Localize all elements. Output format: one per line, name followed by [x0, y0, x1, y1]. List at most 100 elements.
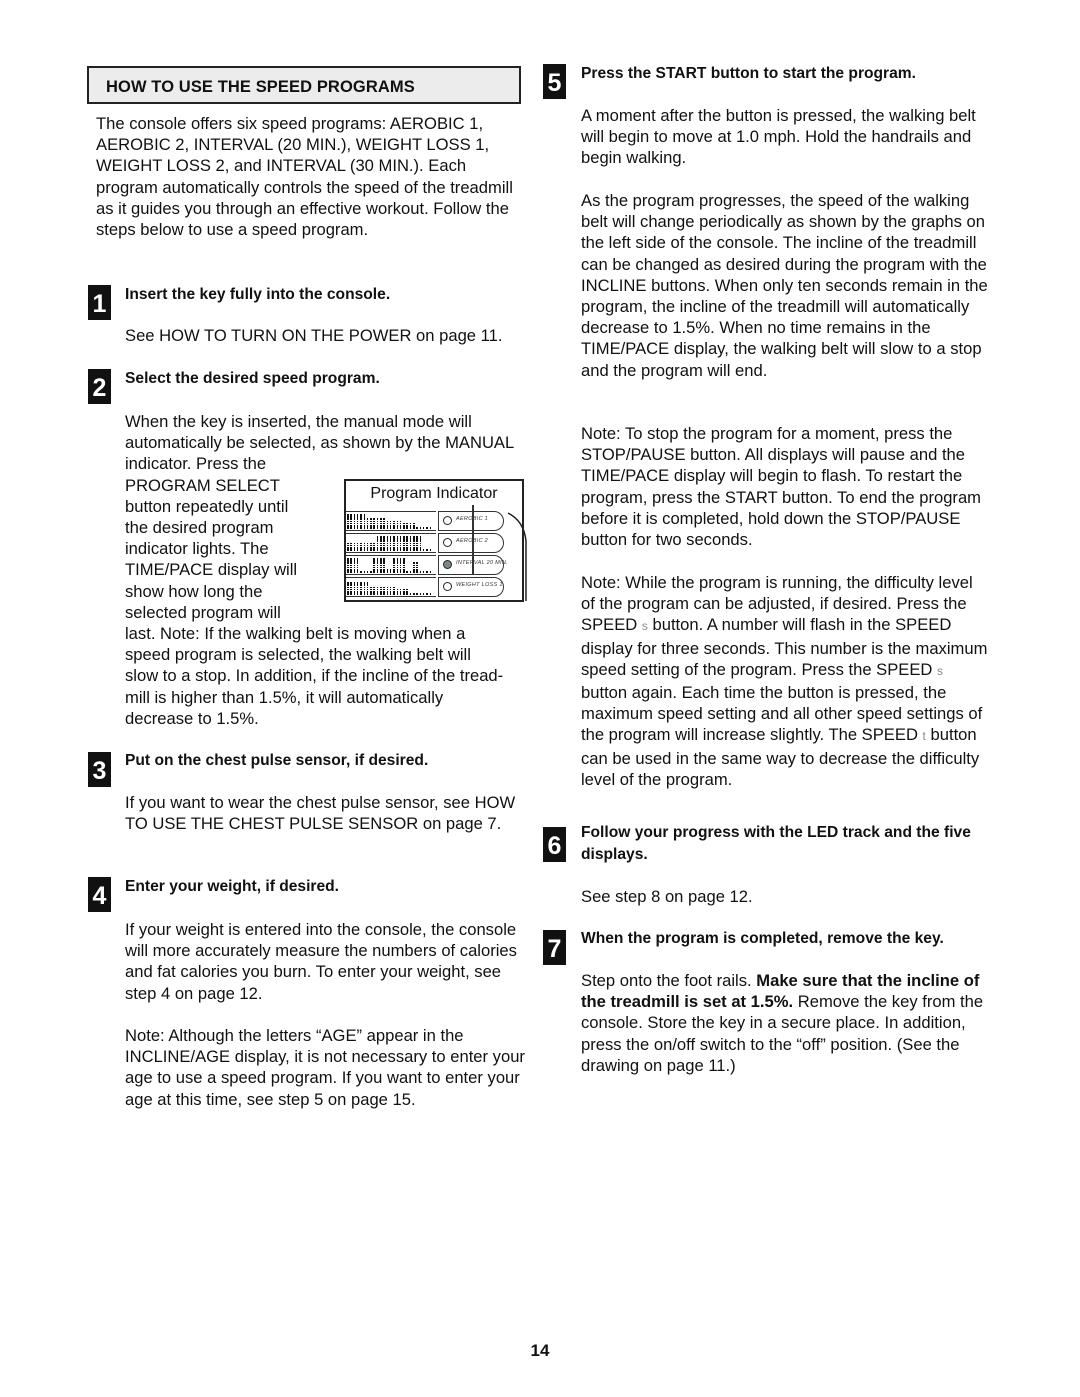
led-dot [347, 586, 349, 589]
led-dot [383, 569, 385, 571]
led-dot [353, 527, 356, 529]
led-dot [429, 549, 432, 551]
step-title: Insert the key fully into the console. [125, 286, 391, 303]
led-dot [350, 582, 352, 584]
indicator-led-icon [443, 560, 452, 569]
led-dot [386, 547, 389, 549]
led-dot [399, 571, 402, 573]
led-dot [406, 540, 408, 542]
led-dot [389, 525, 392, 527]
speed-profile-graph [346, 555, 436, 575]
led-dot [347, 582, 349, 584]
led-dot [393, 558, 395, 560]
led-dot [353, 549, 356, 551]
led-dot [396, 588, 399, 591]
led-dot [350, 514, 352, 516]
led-dot [356, 571, 359, 573]
led-dot [416, 562, 418, 564]
led-dot [376, 586, 379, 589]
led-dot [347, 569, 349, 571]
led-dot [376, 518, 379, 520]
speed-profile-graph [346, 577, 436, 597]
led-dot [396, 569, 399, 571]
led-dot [363, 518, 366, 520]
led-dot [416, 538, 418, 540]
led-dot [360, 542, 362, 545]
led-dot [386, 569, 389, 571]
led-dot [356, 522, 359, 525]
led-dot [370, 527, 372, 529]
led-dot [403, 522, 405, 525]
program-row: WEIGHT LOSS 1 [346, 577, 506, 597]
led-dot [419, 540, 422, 542]
led-dot [350, 547, 352, 549]
led-dot [383, 525, 385, 527]
led-dot [363, 547, 366, 549]
led-dot [413, 527, 415, 529]
led-dot [360, 527, 362, 529]
led-dot [373, 562, 375, 564]
led-dot [373, 518, 375, 520]
led-dot [376, 536, 379, 538]
led-dot [396, 536, 399, 538]
led-dot [386, 525, 389, 527]
led-dot [413, 549, 415, 551]
led-dot [353, 562, 356, 564]
led-dot [353, 564, 356, 567]
led-dot [376, 525, 379, 527]
led-dot [399, 527, 402, 529]
led-dot [403, 593, 405, 595]
led-dot [403, 527, 405, 529]
program-row: AEROBIC 1 [346, 511, 506, 531]
led-dot [380, 549, 382, 551]
led-dot [360, 571, 362, 573]
led-dot [393, 544, 395, 547]
led-dot [409, 522, 412, 525]
step-number-badge: 6 [543, 827, 566, 862]
led-dot [370, 571, 372, 573]
led-dot [360, 544, 362, 547]
led-dot [370, 593, 372, 595]
text-line: When the key is inserted, the manual mod… [125, 412, 472, 431]
led-dot [413, 571, 415, 573]
led-dot [373, 522, 375, 525]
led-dot [356, 564, 359, 567]
led-dot [393, 560, 395, 562]
step-body: A moment after the button is pressed, th… [581, 106, 976, 168]
led-dot [380, 560, 382, 562]
program-label-pill: AEROBIC 1 [438, 511, 504, 531]
led-dot [360, 514, 362, 516]
led-dot [389, 591, 392, 593]
led-dot [419, 571, 422, 573]
led-dot [409, 549, 412, 551]
led-dot [416, 536, 418, 538]
led-dot [396, 527, 399, 529]
text-line: speed program is selected, the walking b… [125, 645, 471, 665]
led-dot [347, 525, 349, 527]
led-dot [380, 536, 382, 538]
led-dot [356, 586, 359, 589]
program-row: INTERVAL 20 MIN. [346, 555, 508, 575]
led-dot [380, 593, 382, 595]
led-dot [373, 564, 375, 567]
step-number-badge: 4 [88, 877, 111, 912]
led-dot [353, 542, 356, 545]
led-dot [399, 591, 402, 593]
led-dot [376, 542, 379, 545]
led-dot [363, 588, 366, 591]
led-dot [353, 584, 356, 586]
speed-up-arrow-icon: s [937, 663, 944, 678]
led-dot [366, 522, 369, 525]
led-dot [386, 520, 389, 523]
led-dot [347, 547, 349, 549]
led-dot [403, 588, 405, 591]
intro-paragraph: The console offers six speed programs: A… [96, 114, 513, 240]
led-dot [360, 522, 362, 525]
led-dot [353, 516, 356, 518]
led-dot [350, 558, 352, 560]
led-dot [350, 520, 352, 523]
led-dot [406, 591, 408, 593]
led-dot [373, 547, 375, 549]
text-span: Step onto the foot rails. [581, 971, 757, 990]
led-dot [383, 527, 385, 529]
